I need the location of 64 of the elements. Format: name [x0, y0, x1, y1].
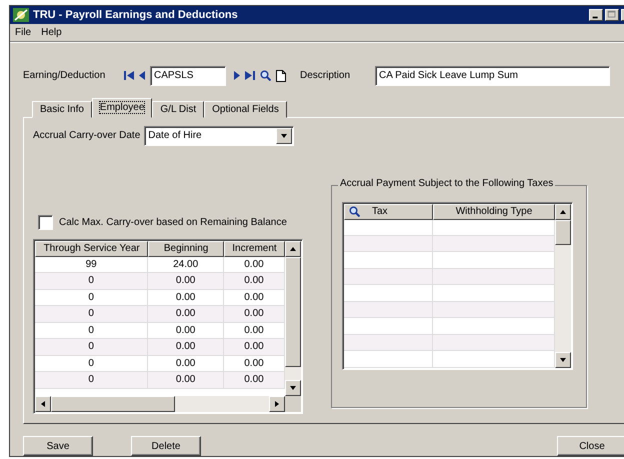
new-document-icon[interactable]	[276, 70, 286, 82]
table-cell: 0.00	[148, 306, 224, 322]
table-cell: 0	[35, 322, 148, 338]
scroll-down-icon	[289, 384, 297, 392]
scroll-up-icon	[559, 208, 567, 216]
dropdown-arrow-icon	[280, 132, 288, 140]
table-cell: 99	[35, 256, 148, 272]
table-cell: 0	[35, 339, 148, 355]
previous-record-icon[interactable]	[139, 71, 145, 80]
scroll-left-icon	[39, 400, 47, 408]
action-button[interactable]: Delete	[131, 436, 201, 456]
tab[interactable]: G/L Dist	[152, 100, 204, 118]
table-cell: 0.00	[148, 339, 224, 355]
maximize-icon[interactable]	[605, 8, 619, 21]
checkbox[interactable]	[38, 214, 53, 230]
tab[interactable]: Optional Fields	[204, 100, 287, 118]
accrual-date-dropdown[interactable]: Date of Hire	[144, 126, 294, 146]
group-title: Accrual Payment Subject to the Following Taxes	[338, 178, 556, 189]
vertical-scrollbar[interactable]	[555, 204, 571, 368]
scroll-right-icon	[273, 400, 281, 408]
table-cell: 0.00	[148, 290, 224, 306]
table-cell: 0.00	[148, 273, 224, 289]
field-label: Earning/Deduction	[23, 70, 106, 82]
scroll-up-icon	[289, 244, 297, 253]
table-cell: 0.00	[148, 356, 224, 372]
tab[interactable]: Basic Info	[32, 100, 92, 118]
first-record-icon[interactable]	[124, 71, 134, 80]
menu-item[interactable]: File	[15, 26, 32, 38]
scroll-thumb[interactable]	[555, 220, 571, 245]
next-record-icon[interactable]	[234, 71, 240, 80]
scroll-down-icon	[559, 356, 567, 364]
horizontal-scrollbar[interactable]	[35, 396, 301, 412]
column-header[interactable]: Tax	[344, 204, 433, 220]
action-button[interactable]: Close	[557, 436, 624, 456]
table-cell: 0	[35, 356, 148, 372]
action-button[interactable]: Save	[23, 436, 93, 456]
table-cell: 0	[35, 290, 148, 306]
table-cell: 0.00	[148, 322, 224, 338]
vertical-scrollbar[interactable]	[285, 240, 301, 396]
tab[interactable]: Employee	[92, 98, 152, 118]
last-record-icon[interactable]	[245, 71, 255, 80]
column-header[interactable]: Through Service Year	[35, 240, 148, 257]
scrollbar-corner	[285, 396, 301, 412]
checkbox-label: Calc Max. Carry-over based on Remaining Balance	[59, 216, 287, 228]
code-field[interactable]: CAPSLS	[150, 66, 226, 86]
minimize-icon[interactable]	[589, 8, 603, 21]
field-label: Accrual Carry-over Date	[33, 130, 140, 142]
scroll-thumb[interactable]	[285, 256, 301, 367]
search-icon	[349, 206, 360, 218]
table-cell: 0	[35, 273, 148, 289]
search-icon[interactable]	[260, 70, 271, 82]
app-icon	[13, 8, 29, 22]
window-title: TRU - Payroll Earnings and Deductions	[33, 8, 239, 21]
column-header[interactable]: Increment	[224, 240, 285, 257]
table-cell: 0	[35, 372, 148, 388]
table-cell: 24.00	[148, 256, 224, 272]
column-header[interactable]: Withholding Type	[433, 204, 555, 220]
description-field[interactable]: CA Paid Sick Leave Lump Sum	[375, 66, 610, 86]
column-header[interactable]: Beginning	[148, 240, 224, 257]
scroll-thumb[interactable]	[51, 396, 175, 412]
table-cell: 0	[35, 306, 148, 322]
menu-item[interactable]: Help	[41, 26, 62, 38]
table-cell: 0.00	[148, 372, 224, 388]
field-label: Description	[300, 70, 352, 82]
